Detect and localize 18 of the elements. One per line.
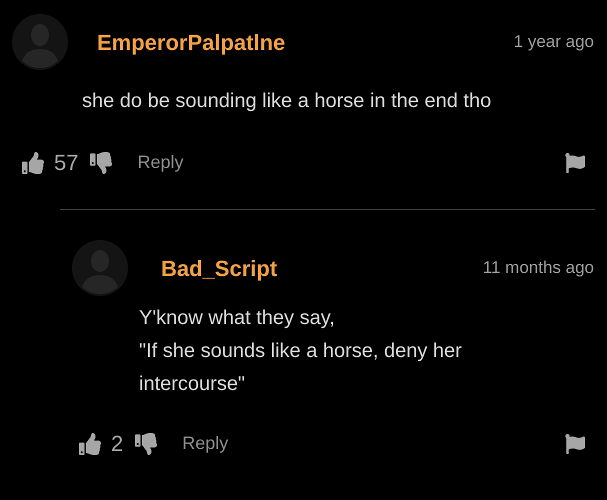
timestamp: 11 months ago — [482, 257, 594, 280]
comment-text: Y'know what they say, "If she sounds like a horse, deny her intercourse" — [139, 306, 463, 397]
like-button[interactable] — [79, 432, 101, 454]
avatar-icon — [72, 240, 128, 296]
author-name[interactable]: EmperorPalpatlne — [97, 26, 286, 58]
dislike-button[interactable] — [90, 152, 112, 174]
reply-link[interactable]: Reply — [182, 430, 228, 457]
dislike-button[interactable] — [135, 432, 158, 454]
flag-button[interactable] — [565, 434, 585, 454]
like-count: 2 — [111, 430, 124, 458]
like-button[interactable] — [22, 152, 44, 174]
like-count: 57 — [54, 149, 78, 177]
reply-link[interactable]: Reply — [137, 149, 184, 176]
flag-button[interactable] — [565, 152, 585, 172]
author-name[interactable]: Bad_Script — [161, 252, 278, 284]
comment-text: she do be sounding like a horse in the end tho — [82, 89, 492, 114]
avatar-icon — [12, 14, 68, 70]
timestamp: 1 year ago — [514, 31, 594, 54]
